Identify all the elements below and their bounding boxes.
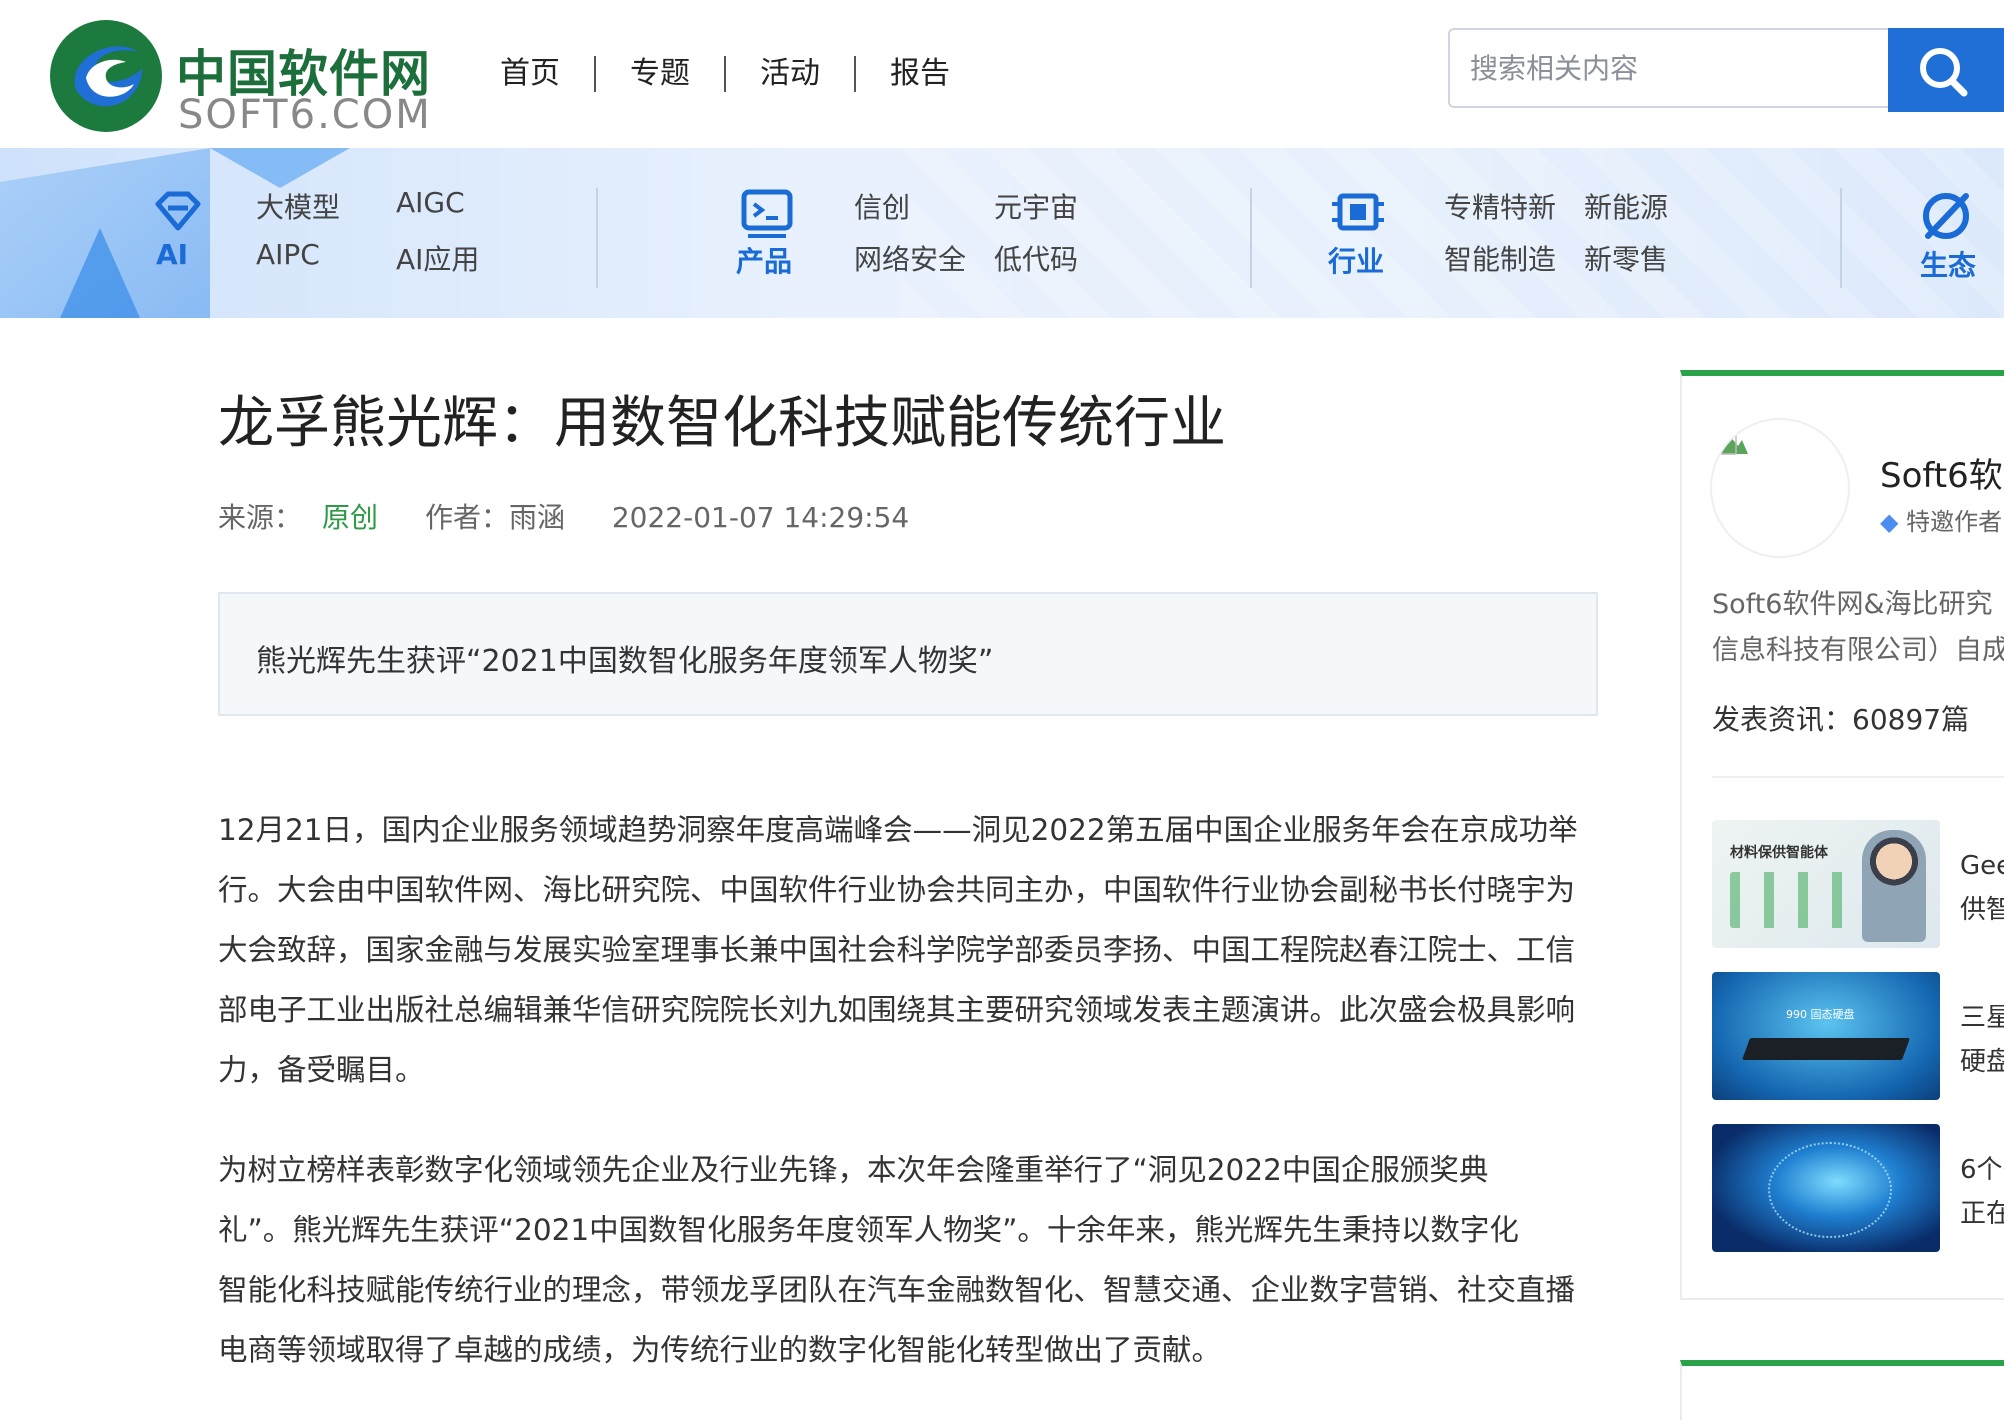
- news-title-line: 供智: [1960, 895, 2004, 925]
- paragraph-line: 大会致辞，国家金融与发展实验室理事长兼中国社会科学院学部委员李扬、中国工程院赵春…: [218, 933, 1576, 967]
- paragraph-line: 力，备受瞩目。: [218, 1053, 425, 1087]
- link-specialized[interactable]: 专精特新: [1444, 186, 1556, 226]
- diamond-badge-icon: ◆: [1880, 508, 1899, 536]
- paragraph-line: 部电子工业出版社总编辑兼华信研究院院长刘九如围绕其主要研究领域发表主题演讲。此次…: [218, 993, 1576, 1027]
- news-title-line: 三星: [1960, 1003, 2004, 1033]
- link-low-code[interactable]: 低代码: [994, 238, 1078, 278]
- top-navigation: 首页 专题 活动 报告: [476, 56, 984, 92]
- news-title-line: 硬盘: [1960, 1047, 2004, 1077]
- logo-mark-icon: [50, 20, 162, 132]
- category-ai: AI 大模型 AIGC AIPC AI应用: [140, 182, 500, 292]
- article-author: 作者：雨涵: [424, 501, 565, 534]
- news-thumbnail: 990 固态硬盘: [1712, 972, 1940, 1100]
- paragraph-line: 为树立榜样表彰数字化领域领先企业及行业先锋，本次年会隆重举行了“洞见2022中国…: [218, 1153, 1489, 1187]
- news-title: 三星 硬盘: [1960, 996, 2004, 1084]
- sidebar-divider: [1712, 776, 2004, 778]
- category-divider: [1840, 188, 1842, 288]
- category-band: AI 大模型 AIGC AIPC AI应用 产品 信创 元宇宙 网络安全 低代码…: [0, 148, 2004, 318]
- source-label: 来源：: [218, 501, 303, 534]
- search-input[interactable]: [1448, 28, 1888, 108]
- ecology-icon: [1923, 193, 1969, 239]
- nav-topics[interactable]: 专题: [594, 56, 724, 92]
- author-description-line: Soft6软件网&海比研究: [1712, 589, 1993, 620]
- diamond-icon: [155, 191, 201, 231]
- link-aigc[interactable]: AIGC: [396, 186, 465, 219]
- related-news-item[interactable]: 990 固态硬盘 三星 硬盘: [1712, 972, 2004, 1100]
- nav-reports[interactable]: 报告: [854, 56, 984, 92]
- search-bar: [1448, 28, 2004, 112]
- news-title-line: 正在: [1960, 1199, 2004, 1229]
- category-product: 产品 信创 元宇宙 网络安全 低代码: [736, 182, 1096, 292]
- sidebar-next-panel: [1680, 1360, 2004, 1420]
- author-sidebar: Soft6软件 ◆ 特邀作者 Soft6软件网&海比研究 信息科技有限公司）自成…: [1680, 370, 2004, 1300]
- link-smart-manufacturing[interactable]: 智能制造: [1444, 238, 1556, 278]
- nav-events[interactable]: 活动: [724, 56, 854, 92]
- article-paragraph-2: 为树立榜样表彰数字化领域领先企业及行业先锋，本次年会隆重举行了“洞见2022中国…: [218, 1140, 1602, 1380]
- paragraph-line: 礼”。熊光辉先生获评“2021中国数智化服务年度领军人物奖”。十余年来，熊光辉先…: [218, 1213, 1519, 1247]
- search-button[interactable]: [1888, 28, 2004, 112]
- category-industry: 行业 专精特新 新能源 智能制造 新零售: [1326, 182, 1706, 292]
- author-badge: ◆ 特邀作者: [1880, 502, 2002, 537]
- article-summary-box: 熊光辉先生获评“2021中国数智化服务年度领军人物奖”: [218, 592, 1598, 716]
- news-title: 6个季 正在: [1960, 1148, 2004, 1236]
- author-post-count: 发表资讯：60897篇: [1712, 703, 1970, 736]
- paragraph-line: 智能化科技赋能传统行业的理念，带领龙孚团队在汽车金融数智化、智慧交通、企业数字营…: [218, 1273, 1576, 1307]
- chip-icon: [1332, 193, 1384, 231]
- link-new-energy[interactable]: 新能源: [1584, 186, 1668, 226]
- logo-english-text: SOFT6.COM: [178, 92, 432, 138]
- broken-image-icon: [1715, 433, 1748, 455]
- news-thumbnail: [1712, 1124, 1940, 1252]
- article-title: 龙孚熊光辉：用数智化科技赋能传统行业: [218, 391, 1226, 456]
- related-news-item[interactable]: 材料保供智能体 Gee 供智: [1712, 820, 2004, 948]
- related-news-item[interactable]: 6个季 正在: [1712, 1124, 2004, 1252]
- paragraph-line: 行。大会由中国软件网、海比研究院、中国软件行业协会共同主办，中国软件行业协会副秘…: [218, 873, 1576, 907]
- news-thumbnail: 材料保供智能体: [1712, 820, 1940, 948]
- nav-home[interactable]: 首页: [476, 56, 594, 92]
- author-name-link[interactable]: Soft6软件: [1880, 448, 2004, 497]
- category-label-ecology[interactable]: 生态: [1920, 244, 1976, 284]
- article-summary-text: 熊光辉先生获评“2021中国数智化服务年度领军人物奖”: [256, 644, 994, 679]
- article-paragraph-1: 12月21日，国内企业服务领域趋势洞察年度高端峰会——洞见2022第五届中国企业…: [218, 800, 1602, 1100]
- news-thumbnail-caption: 材料保供智能体: [1730, 845, 1828, 861]
- news-thumbnail-caption: 990 固态硬盘: [1786, 1008, 1855, 1021]
- category-label-industry[interactable]: 行业: [1328, 240, 1384, 280]
- author-description-line: 信息科技有限公司）自成: [1712, 635, 2004, 666]
- news-title: Gee 供智: [1960, 844, 2004, 932]
- category-ecology: 生态: [1910, 182, 2004, 292]
- site-logo[interactable]: 中国软件网 SOFT6.COM: [46, 16, 436, 138]
- link-xinchuang[interactable]: 信创: [854, 186, 910, 226]
- author-badge-label: 特邀作者: [1906, 508, 2003, 536]
- news-title-line: 6个季: [1960, 1155, 2004, 1185]
- article-date: 2022-01-07 14:29:54: [611, 501, 910, 534]
- paragraph-line: 12月21日，国内企业服务领域趋势洞察年度高端峰会——洞见2022第五届中国企业…: [218, 813, 1578, 847]
- article-meta: 来源： 原创 作者：雨涵 2022-01-07 14:29:54: [218, 496, 909, 536]
- link-ai-app[interactable]: AI应用: [396, 238, 479, 278]
- search-icon: [1920, 48, 1968, 97]
- link-aipc[interactable]: AIPC: [256, 238, 320, 271]
- source-value-link[interactable]: 原创: [322, 501, 378, 534]
- site-header: 中国软件网 SOFT6.COM 首页 专题 活动 报告: [0, 0, 2004, 148]
- category-label-product[interactable]: 产品: [736, 240, 792, 280]
- author-description: Soft6软件网&海比研究 信息科技有限公司）自成: [1712, 582, 2004, 674]
- paragraph-line: 电商等领域取得了卓越的成绩，为传统行业的数字化智能化转型做出了贡献。: [218, 1333, 1222, 1367]
- news-title-line: Gee: [1960, 851, 2004, 881]
- category-divider: [1250, 188, 1252, 288]
- category-divider: [596, 188, 598, 288]
- author-avatar[interactable]: [1712, 420, 1848, 556]
- link-large-model[interactable]: 大模型: [256, 186, 340, 226]
- category-label-ai[interactable]: AI: [156, 238, 188, 271]
- link-new-retail[interactable]: 新零售: [1584, 238, 1668, 278]
- link-metaverse[interactable]: 元宇宙: [994, 186, 1078, 226]
- terminal-icon: [741, 189, 793, 238]
- link-network-security[interactable]: 网络安全: [854, 238, 966, 278]
